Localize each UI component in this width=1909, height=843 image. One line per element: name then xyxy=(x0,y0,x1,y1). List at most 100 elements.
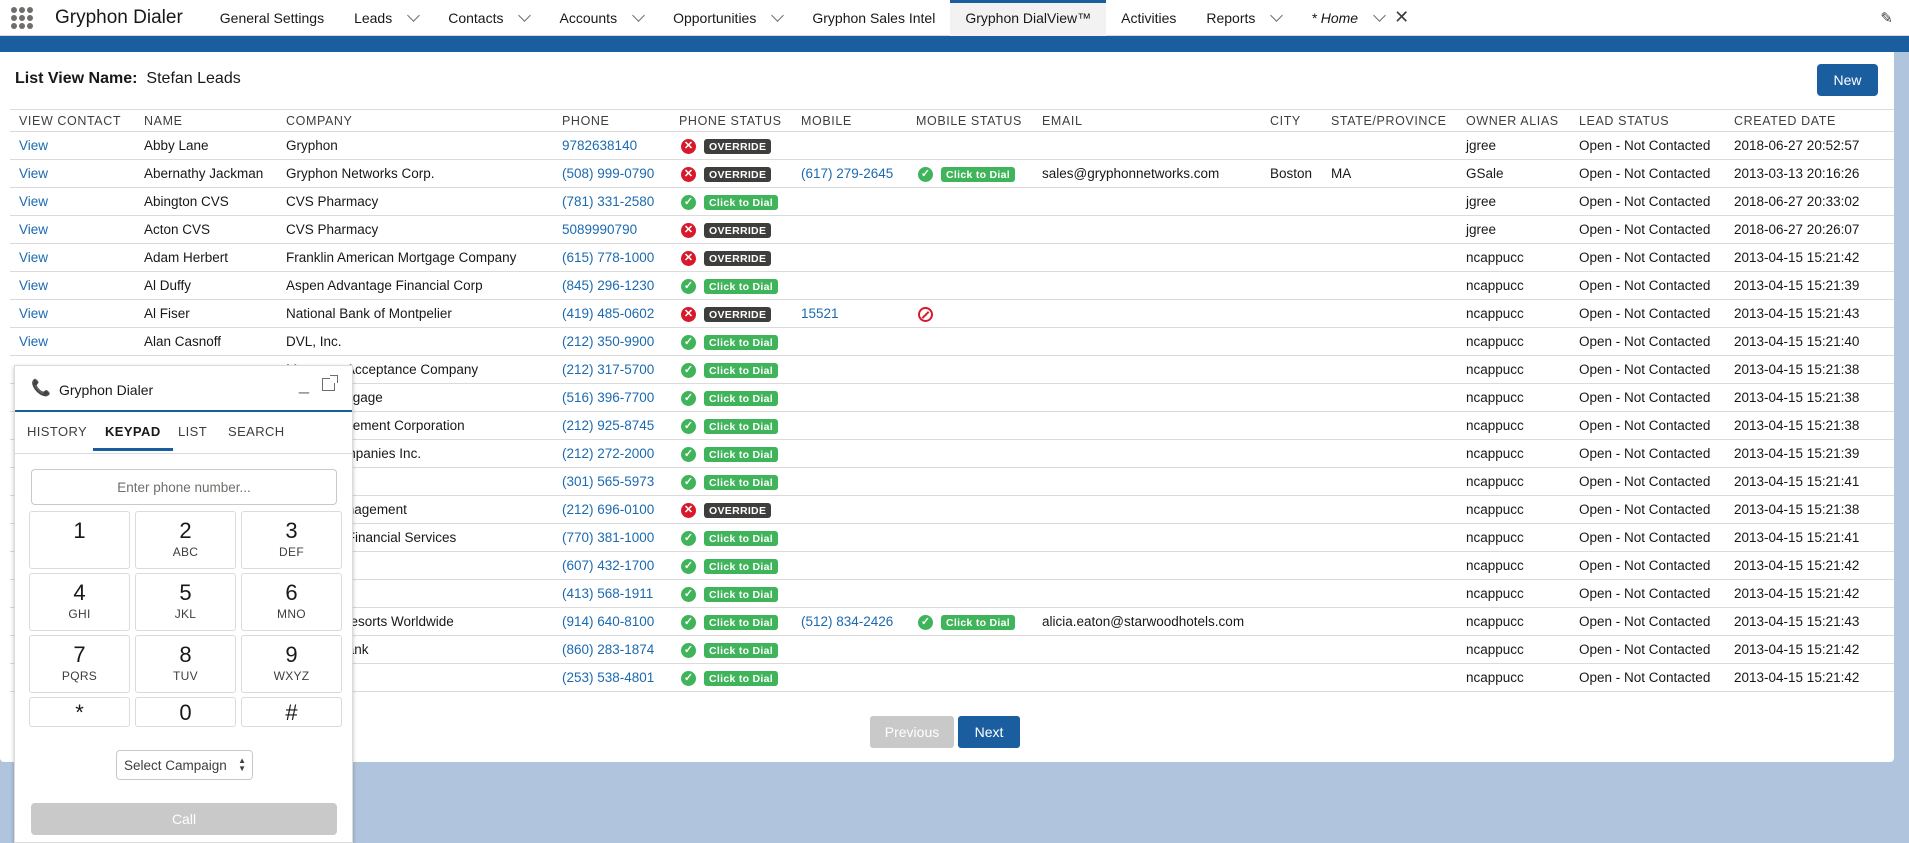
chevron-down-icon[interactable] xyxy=(632,8,645,22)
phone-status-click-to-dial-button[interactable]: Click to Dial xyxy=(704,587,778,602)
cell-phone[interactable]: (253) 538-4801 xyxy=(562,670,654,685)
cell-phone[interactable]: (860) 283-1874 xyxy=(562,642,654,657)
column-header-mobile-status[interactable]: Mobile Status xyxy=(916,114,1022,128)
nav-tab-opportunities[interactable]: Opportunities xyxy=(658,0,797,36)
column-header-state-province[interactable]: State/Province xyxy=(1331,114,1447,128)
popout-icon[interactable] xyxy=(322,375,338,391)
column-header-created-date[interactable]: Created Date xyxy=(1734,114,1836,128)
phone-status-override-badge[interactable]: OVERRIDE xyxy=(704,307,772,322)
cell-phone[interactable]: (516) 396-7700 xyxy=(562,390,654,405)
view-contact-link[interactable]: View xyxy=(19,306,48,321)
phone-number-input[interactable] xyxy=(31,469,337,505)
keypad-key-9[interactable]: 9 WXYZ xyxy=(241,635,342,693)
phone-status-override-badge[interactable]: OVERRIDE xyxy=(704,167,772,182)
phone-status-click-to-dial-button[interactable]: Click to Dial xyxy=(704,671,778,686)
phone-status-click-to-dial-button[interactable]: Click to Dial xyxy=(704,475,778,490)
column-header-name[interactable]: Name xyxy=(144,114,183,128)
column-header-view-contact[interactable]: View Contact xyxy=(19,114,121,128)
cell-mobile[interactable]: (617) 279-2645 xyxy=(801,166,893,181)
previous-button[interactable]: Previous xyxy=(870,716,954,748)
phone-status-click-to-dial-button[interactable]: Click to Dial xyxy=(704,559,778,574)
nav-tab-general-settings[interactable]: General Settings xyxy=(205,0,339,36)
nav-tab-gryphon-sales-intel[interactable]: Gryphon Sales Intel xyxy=(797,0,950,36)
view-contact-link[interactable]: View xyxy=(19,166,48,181)
dialer-tab-search[interactable]: SEARCH xyxy=(228,424,285,439)
keypad-key-0[interactable]: 0 xyxy=(135,697,236,727)
view-contact-link[interactable]: View xyxy=(19,222,48,237)
keypad-key-1[interactable]: 1 xyxy=(29,511,130,569)
cell-phone[interactable]: (781) 331-2580 xyxy=(562,194,654,209)
close-tab-icon[interactable]: ✕ xyxy=(1394,7,1409,28)
cell-phone[interactable]: (419) 485-0602 xyxy=(562,306,654,321)
phone-status-override-badge[interactable]: OVERRIDE xyxy=(704,223,772,238)
keypad-key-5[interactable]: 5 JKL xyxy=(135,573,236,631)
view-contact-link[interactable]: View xyxy=(19,194,48,209)
phone-status-click-to-dial-button[interactable]: Click to Dial xyxy=(704,615,778,630)
keypad-key-2[interactable]: 2 ABC xyxy=(135,511,236,569)
nav-tab-leads[interactable]: Leads xyxy=(339,0,433,36)
cell-phone[interactable]: (212) 696-0100 xyxy=(562,502,654,517)
app-launcher-icon[interactable] xyxy=(11,6,33,29)
cell-mobile[interactable]: 15521 xyxy=(801,306,839,321)
dialer-tab-keypad[interactable]: KEYPAD xyxy=(93,424,173,451)
chevron-down-icon[interactable] xyxy=(518,8,532,22)
phone-status-click-to-dial-button[interactable]: Click to Dial xyxy=(704,363,778,378)
dialer-tab-list[interactable]: LIST xyxy=(178,424,207,439)
keypad-key-4[interactable]: 4 GHI xyxy=(29,573,130,631)
nav-tab-reports[interactable]: Reports xyxy=(1191,0,1296,36)
cell-phone[interactable]: (413) 568-1911 xyxy=(562,586,653,601)
phone-status-override-badge[interactable]: OVERRIDE xyxy=(704,503,772,518)
keypad-key-6[interactable]: 6 MNO xyxy=(241,573,342,631)
view-contact-link[interactable]: View xyxy=(19,278,48,293)
keypad-key-8[interactable]: 8 TUV xyxy=(135,635,236,693)
column-header-company[interactable]: Company xyxy=(286,114,352,128)
next-button[interactable]: Next xyxy=(958,716,1020,748)
mobile-status-click-to-dial-button[interactable]: Click to Dial xyxy=(941,615,1015,630)
column-header-email[interactable]: Email xyxy=(1042,114,1083,128)
phone-status-click-to-dial-button[interactable]: Click to Dial xyxy=(704,531,778,546)
cell-phone[interactable]: (615) 778-1000 xyxy=(562,250,654,265)
nav-tab-accounts[interactable]: Accounts xyxy=(544,0,658,36)
chevron-down-icon[interactable] xyxy=(407,8,421,22)
keypad-key-star[interactable]: * xyxy=(29,697,130,727)
cell-phone[interactable]: (212) 317-5700 xyxy=(562,362,654,377)
phone-status-override-badge[interactable]: OVERRIDE xyxy=(704,139,772,154)
phone-status-click-to-dial-button[interactable]: Click to Dial xyxy=(704,419,778,434)
view-contact-link[interactable]: View xyxy=(19,250,48,265)
cell-phone[interactable]: (212) 272-2000 xyxy=(562,446,654,461)
cell-phone[interactable]: 9782638140 xyxy=(562,138,637,153)
view-contact-link[interactable]: View xyxy=(19,138,48,153)
chevron-down-icon[interactable] xyxy=(1373,8,1386,22)
mobile-status-click-to-dial-button[interactable]: Click to Dial xyxy=(941,167,1015,182)
cell-phone[interactable]: (607) 432-1700 xyxy=(562,558,654,573)
phone-status-click-to-dial-button[interactable]: Click to Dial xyxy=(704,391,778,406)
column-header-mobile[interactable]: Mobile xyxy=(801,114,852,128)
cell-mobile[interactable]: (512) 834-2426 xyxy=(801,614,893,629)
new-button[interactable]: New xyxy=(1817,64,1878,96)
phone-status-click-to-dial-button[interactable]: Click to Dial xyxy=(704,195,778,210)
nav-tab-home[interactable]: * Home ✕ xyxy=(1296,0,1424,36)
nav-tab-contacts[interactable]: Contacts xyxy=(433,0,544,36)
column-header-phone-status[interactable]: Phone Status xyxy=(679,114,782,128)
keypad-key-7[interactable]: 7 PQRS xyxy=(29,635,130,693)
minimize-icon[interactable]: _ xyxy=(299,374,309,395)
phone-status-click-to-dial-button[interactable]: Click to Dial xyxy=(704,279,778,294)
view-contact-link[interactable]: View xyxy=(19,334,48,349)
cell-phone[interactable]: (914) 640-8100 xyxy=(562,614,654,629)
edit-nav-pencil-icon[interactable]: ✎ xyxy=(1880,9,1893,27)
phone-status-click-to-dial-button[interactable]: Click to Dial xyxy=(704,447,778,462)
column-header-phone[interactable]: Phone xyxy=(562,114,609,128)
call-button[interactable]: Call xyxy=(31,803,337,835)
phone-status-override-badge[interactable]: OVERRIDE xyxy=(704,251,772,266)
cell-phone[interactable]: (212) 925-8745 xyxy=(562,418,654,433)
nav-tab-gryphon-dialview[interactable]: Gryphon DialView™ xyxy=(950,0,1107,36)
chevron-down-icon[interactable] xyxy=(1270,8,1284,22)
cell-phone[interactable]: (301) 565-5973 xyxy=(562,474,654,489)
chevron-down-icon[interactable] xyxy=(771,8,785,22)
cell-phone[interactable]: 5089990790 xyxy=(562,222,637,237)
keypad-key-3[interactable]: 3 DEF xyxy=(241,511,342,569)
phone-status-click-to-dial-button[interactable]: Click to Dial xyxy=(704,643,778,658)
cell-phone[interactable]: (845) 296-1230 xyxy=(562,278,654,293)
nav-tab-activities[interactable]: Activities xyxy=(1106,0,1191,36)
column-header-owner-alias[interactable]: Owner Alias xyxy=(1466,114,1559,128)
